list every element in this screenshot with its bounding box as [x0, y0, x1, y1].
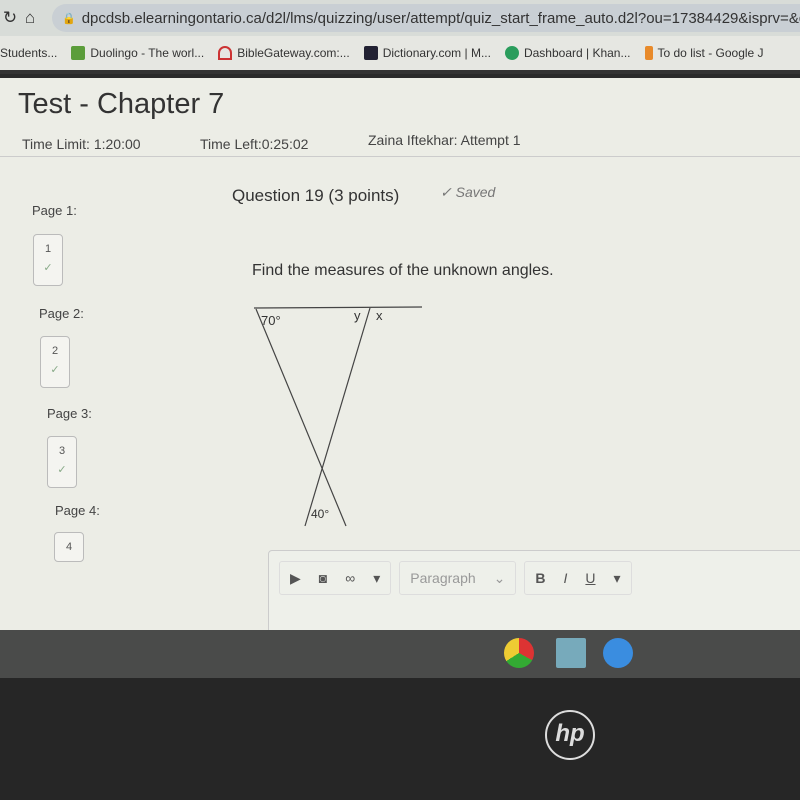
bookmark[interactable]: Students...	[0, 46, 57, 60]
underline-button[interactable]: U	[585, 570, 595, 586]
url-field[interactable]: 🔒 dpcdsb.elearningontario.ca/d2l/lms/quiz…	[52, 4, 800, 32]
url-text: dpcdsb.elearningontario.ca/d2l/lms/quizz…	[81, 9, 800, 27]
laptop-bezel: hp	[0, 678, 800, 800]
answer-editor[interactable]: ▶ ◙ ∞ ▾ Paragraph ⌄ B I U ▾	[268, 550, 800, 640]
video-icon[interactable]: ▶	[290, 570, 301, 587]
quiz-page: Test - Chapter 7 Time Limit: 1:20:00 Tim…	[0, 78, 800, 640]
bookmark[interactable]: Duolingo - The worl...	[71, 46, 204, 61]
more-format-dropdown[interactable]: ▾	[614, 570, 621, 587]
angle-label-x: x	[376, 308, 383, 323]
more-insert-dropdown[interactable]: ▾	[373, 570, 380, 587]
angle-label-y: y	[354, 308, 361, 323]
editor-toolbar: ▶ ◙ ∞ ▾ Paragraph ⌄ B I U ▾	[279, 561, 632, 595]
bold-button[interactable]: B	[535, 570, 545, 586]
triangle-diagram: 70° y x 40°	[253, 306, 423, 527]
italic-button[interactable]: I	[564, 570, 568, 586]
chrome-icon[interactable]	[504, 638, 534, 668]
chevron-down-icon[interactable]: ⌄	[494, 570, 506, 587]
angle-label-40: 40°	[311, 507, 329, 521]
bookmarks-bar: Students... Duolingo - The worl... Bible…	[0, 36, 800, 74]
angle-label-70: 70°	[261, 313, 281, 328]
hp-logo: hp	[545, 710, 595, 760]
format-select[interactable]: Paragraph	[410, 570, 475, 586]
app-icon[interactable]	[556, 638, 586, 668]
taskbar	[0, 630, 800, 678]
camera-icon[interactable]: ◙	[319, 570, 327, 586]
bookmark[interactable]: Dashboard | Khan...	[504, 46, 631, 61]
app-icon[interactable]	[603, 638, 633, 668]
bookmark[interactable]: BibleGateway.com:...	[218, 46, 350, 61]
home-icon[interactable]: ⌂	[20, 8, 40, 28]
bookmark[interactable]: Dictionary.com | M...	[363, 46, 491, 61]
lock-icon: 🔒	[62, 12, 76, 25]
bookmark[interactable]: To do list - Google J	[644, 46, 764, 61]
link-icon[interactable]: ∞	[345, 570, 355, 586]
reload-icon[interactable]: ↻	[0, 8, 20, 28]
address-bar-row: ↻ ⌂ 🔒 dpcdsb.elearningontario.ca/d2l/lms/…	[0, 0, 800, 36]
